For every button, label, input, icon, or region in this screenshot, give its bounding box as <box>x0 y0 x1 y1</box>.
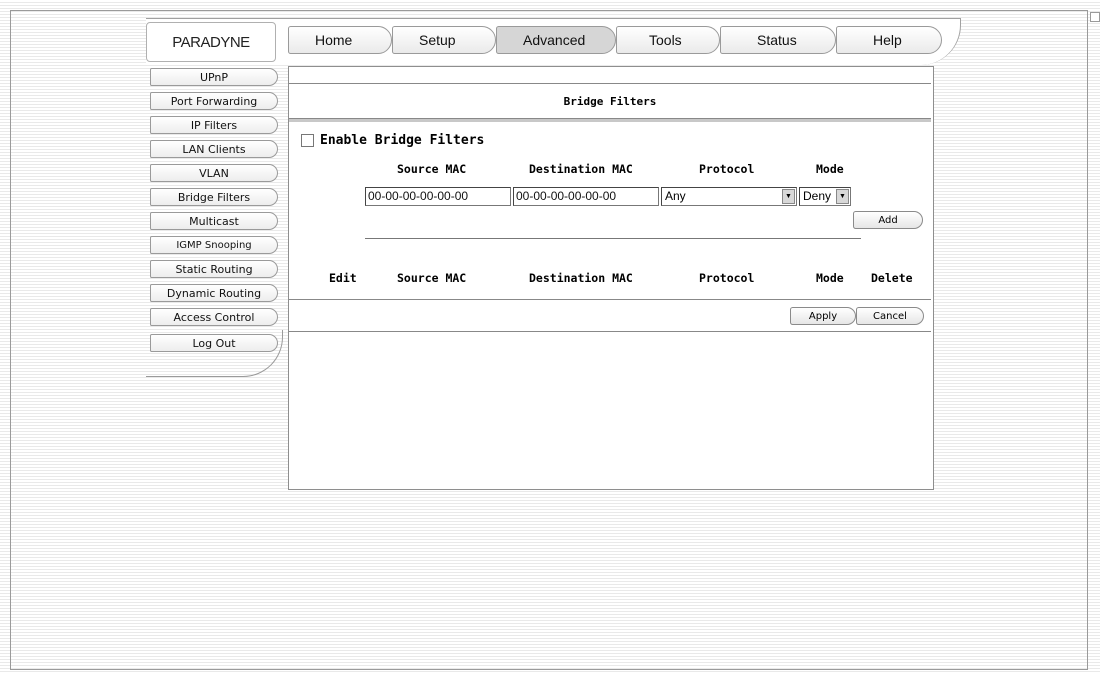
destination-mac-input[interactable]: 00-00-00-00-00-00 <box>513 187 659 206</box>
sidebar-item-static-routing[interactable]: Static Routing <box>150 260 278 278</box>
table-header-source-mac: Source MAC <box>397 271 467 285</box>
table-header-delete: Delete <box>871 271 913 285</box>
sidebar-item-upnp[interactable]: UPnP <box>150 68 278 86</box>
footer-divider <box>289 331 931 332</box>
tab-setup[interactable]: Setup <box>392 26 496 54</box>
form-divider <box>365 238 861 239</box>
tab-advanced[interactable]: Advanced <box>496 26 616 54</box>
form-header-destination-mac: Destination MAC <box>529 162 633 176</box>
tab-home[interactable]: Home <box>288 26 392 54</box>
cancel-button[interactable]: Cancel <box>856 307 924 325</box>
sidebar-item-dynamic-routing[interactable]: Dynamic Routing <box>150 284 278 302</box>
sidebar-item-vlan[interactable]: VLAN <box>150 164 278 182</box>
table-header-mode: Mode <box>816 271 844 285</box>
chevron-down-icon[interactable]: ▼ <box>836 189 849 204</box>
apply-button[interactable]: Apply <box>790 307 856 325</box>
sidebar-item-multicast[interactable]: Multicast <box>150 212 278 230</box>
form-header-mode: Mode <box>816 162 844 176</box>
table-header-destination-mac: Destination MAC <box>529 271 633 285</box>
mode-select-value: Deny <box>803 189 832 203</box>
form-header-source-mac: Source MAC <box>397 162 467 176</box>
form-header-protocol: Protocol <box>699 162 755 176</box>
tab-help[interactable]: Help <box>836 26 942 54</box>
enable-bridge-filters-label: Enable Bridge Filters <box>320 133 485 148</box>
logo: PARADYNE <box>146 22 276 62</box>
add-button[interactable]: Add <box>853 211 923 229</box>
table-header-protocol: Protocol <box>699 271 755 285</box>
source-mac-input[interactable]: 00-00-00-00-00-00 <box>365 187 511 206</box>
tab-status[interactable]: Status <box>720 26 836 54</box>
sidebar-item-bridge-filters[interactable]: Bridge Filters <box>150 188 278 206</box>
enable-bridge-filters-checkbox[interactable] <box>301 134 314 147</box>
sidebar-item-access-control[interactable]: Access Control <box>150 308 278 326</box>
table-header-edit: Edit <box>329 271 357 285</box>
sidebar-bottom-curve <box>146 330 283 377</box>
sidebar-item-igmp-snooping[interactable]: IGMP Snooping <box>150 236 278 254</box>
title-divider <box>289 119 931 122</box>
sidebar-item-ip-filters[interactable]: IP Filters <box>150 116 278 134</box>
scrollbar-corner[interactable] <box>1090 12 1100 22</box>
sidebar-item-port-forwarding[interactable]: Port Forwarding <box>150 92 278 110</box>
mode-select[interactable]: Deny ▼ <box>799 187 851 206</box>
tab-tools[interactable]: Tools <box>616 26 720 54</box>
main-content: Bridge Filters Enable Bridge Filters Sou… <box>288 66 934 490</box>
enable-row: Enable Bridge Filters <box>301 133 484 148</box>
chevron-down-icon[interactable]: ▼ <box>782 189 795 204</box>
protocol-select[interactable]: Any ▼ <box>661 187 797 206</box>
sidebar-item-lan-clients[interactable]: LAN Clients <box>150 140 278 158</box>
protocol-select-value: Any <box>665 189 686 203</box>
table-bottom-divider <box>289 299 931 300</box>
page-title: Bridge Filters <box>289 83 931 119</box>
